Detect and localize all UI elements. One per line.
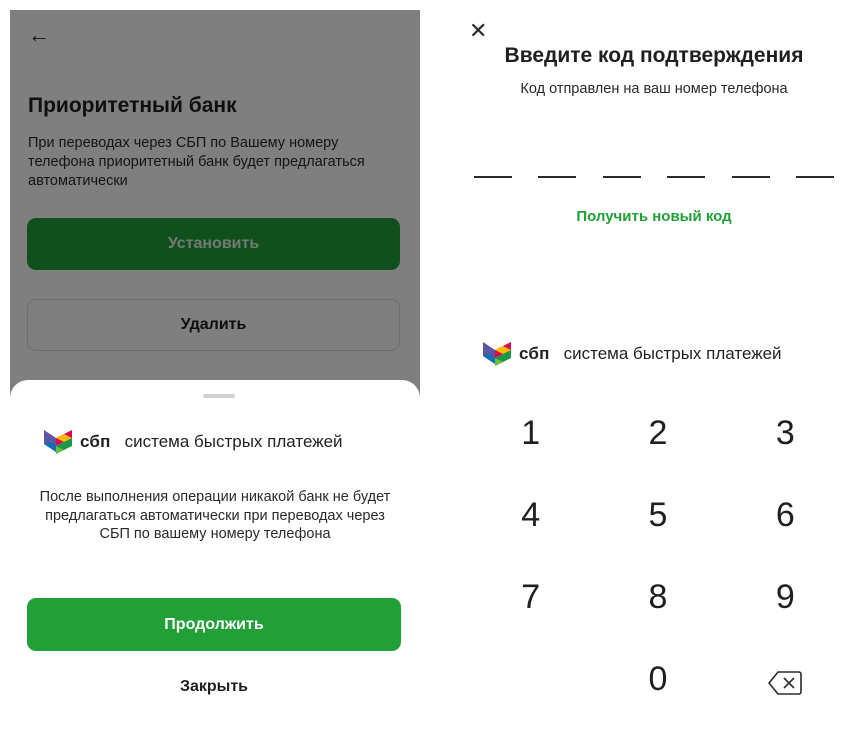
confirm-title: Введите код подтверждения xyxy=(504,44,804,67)
sbp-logo-icon xyxy=(483,342,511,366)
code-slot xyxy=(602,176,641,178)
left-screen: ← Приоритетный банк При переводах через … xyxy=(10,10,420,718)
code-slot xyxy=(474,176,512,178)
code-slot xyxy=(795,176,834,178)
key-2[interactable]: 2 xyxy=(594,414,721,496)
sbp-logo-tagline: система быстрых платежей xyxy=(563,344,782,363)
right-screen: ✕ Введите код подтверждения Код отправле… xyxy=(449,10,849,718)
continue-button[interactable]: Продолжить xyxy=(27,598,401,651)
get-new-code-link[interactable]: Получить новый код xyxy=(449,208,849,225)
key-1[interactable]: 1 xyxy=(467,414,594,496)
key-7[interactable]: 7 xyxy=(467,578,594,660)
key-empty xyxy=(467,660,594,742)
numeric-keypad: 1 2 3 4 5 6 7 8 9 0 xyxy=(467,414,849,742)
code-slot xyxy=(667,176,706,178)
key-4[interactable]: 4 xyxy=(467,496,594,578)
code-slot xyxy=(538,176,577,178)
confirm-subtitle: Код отправлен на ваш номер телефона xyxy=(520,81,788,97)
key-9[interactable]: 9 xyxy=(722,578,849,660)
sheet-message: После выполнения операции никакой банк н… xyxy=(39,489,391,542)
code-slot xyxy=(731,176,770,178)
sbp-logo-word: сбп xyxy=(80,432,111,451)
key-3[interactable]: 3 xyxy=(722,414,849,496)
key-0[interactable]: 0 xyxy=(594,660,721,742)
sbp-logo-word: сбп xyxy=(519,344,550,363)
backspace-icon xyxy=(768,671,803,695)
key-5[interactable]: 5 xyxy=(594,496,721,578)
key-8[interactable]: 8 xyxy=(594,578,721,660)
backspace-key[interactable] xyxy=(722,660,849,742)
sbp-logo-tagline: система быстрых платежей xyxy=(124,432,343,451)
sbp-logo: сбп система быстрых платежей xyxy=(481,338,782,370)
sbp-logo: сбп система быстрых платежей xyxy=(42,426,343,458)
sbp-logo-icon xyxy=(44,430,72,454)
bottom-sheet: сбп система быстрых платежей После выпол… xyxy=(10,380,420,718)
code-input[interactable] xyxy=(474,176,834,178)
key-6[interactable]: 6 xyxy=(722,496,849,578)
close-icon[interactable]: ✕ xyxy=(469,20,487,42)
sheet-handle[interactable] xyxy=(203,394,235,398)
close-sheet-button[interactable]: Закрыть xyxy=(27,678,401,696)
